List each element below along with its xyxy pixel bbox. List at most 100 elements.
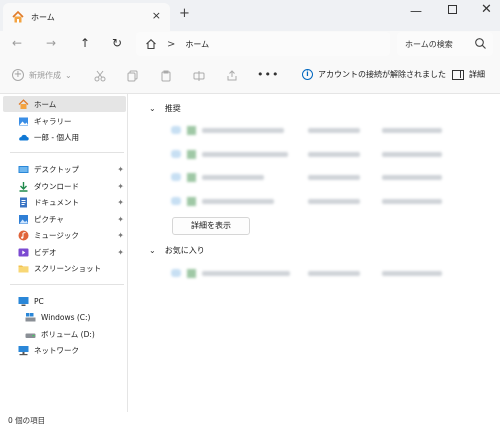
chevron-down-icon: ⌄ bbox=[65, 70, 72, 80]
refresh-icon[interactable]: ↻ bbox=[112, 36, 122, 50]
file-icon bbox=[187, 268, 196, 278]
sidebar-item-documents[interactable]: ドキュメント ✦ bbox=[3, 194, 126, 210]
sidebar-item-label: ダウンロード bbox=[34, 181, 79, 191]
sidebar-item-label: ピクチャ bbox=[34, 214, 64, 224]
search-input[interactable]: ホームの検索 bbox=[397, 32, 493, 56]
paste-icon[interactable] bbox=[160, 70, 172, 82]
sidebar-item-pictures[interactable]: ピクチャ ✦ bbox=[3, 211, 126, 227]
breadcrumb-separator-icon: > bbox=[167, 38, 176, 50]
navigation-bar: ← → ↑ ↻ > ホーム ホームの検索 bbox=[0, 31, 500, 58]
home-icon bbox=[12, 10, 24, 23]
sidebar-item-label: ネットワーク bbox=[34, 345, 79, 355]
file-icon bbox=[187, 149, 196, 159]
gallery-icon bbox=[19, 117, 28, 125]
sidebar-item-label: ギャラリー bbox=[34, 116, 72, 126]
sidebar-item-label: ドキュメント bbox=[34, 197, 79, 207]
recommended-group-header[interactable]: ⌄ 推奨 bbox=[149, 103, 181, 114]
file-icon bbox=[187, 196, 196, 206]
list-item[interactable] bbox=[171, 196, 442, 206]
status-bar: 0 個の項目 bbox=[0, 412, 500, 429]
close-window-icon[interactable]: ✕ bbox=[481, 2, 492, 17]
pc-icon bbox=[18, 296, 29, 306]
pin-icon: ✦ bbox=[117, 230, 124, 240]
download-icon bbox=[19, 181, 28, 192]
more-options-icon[interactable]: ••• bbox=[257, 68, 279, 81]
tab-home[interactable]: ホーム × bbox=[3, 3, 170, 31]
sidebar-item-screenshots[interactable]: スクリーンショット bbox=[3, 260, 126, 276]
sidebar-item-label: ミュージック bbox=[34, 230, 79, 240]
pin-icon: ✦ bbox=[117, 247, 124, 257]
list-item[interactable] bbox=[171, 172, 442, 182]
list-item[interactable] bbox=[171, 268, 442, 278]
sidebar-divider bbox=[10, 284, 124, 285]
plus-icon: + bbox=[12, 69, 24, 81]
account-status-button[interactable]: i アカウントの接続が解除されました bbox=[302, 69, 446, 80]
breadcrumb-home[interactable]: ホーム bbox=[185, 39, 209, 50]
pin-icon: ✦ bbox=[117, 214, 124, 224]
cloud-icon bbox=[171, 197, 181, 205]
sidebar-item-label: 一郎 - 個人用 bbox=[34, 132, 79, 142]
maximize-icon[interactable] bbox=[448, 5, 457, 14]
sidebar-item-label: ホーム bbox=[34, 99, 57, 109]
copy-icon[interactable] bbox=[127, 70, 139, 82]
favorites-label: お気に入り bbox=[164, 246, 205, 255]
search-placeholder: ホームの検索 bbox=[405, 39, 453, 49]
rename-icon[interactable] bbox=[193, 70, 205, 82]
minimize-icon[interactable]: — bbox=[410, 4, 422, 18]
title-bar: ホーム × + — ✕ bbox=[0, 0, 500, 31]
tab-close-icon[interactable]: × bbox=[152, 9, 161, 22]
list-item[interactable] bbox=[171, 149, 442, 159]
recommended-label: 推奨 bbox=[164, 104, 181, 113]
show-more-button[interactable]: 詳細を表示 bbox=[172, 217, 250, 235]
sidebar-item-label: デスクトップ bbox=[34, 164, 79, 174]
details-button[interactable]: 詳細 bbox=[452, 69, 485, 80]
cut-icon[interactable] bbox=[94, 70, 106, 82]
sidebar-item-downloads[interactable]: ダウンロード ✦ bbox=[3, 178, 126, 194]
sidebar-item-drive-d[interactable]: ボリューム (D:) bbox=[3, 326, 126, 342]
file-icon bbox=[187, 172, 196, 182]
forward-icon[interactable]: → bbox=[46, 36, 56, 50]
drive-d-icon bbox=[25, 333, 36, 338]
sidebar-item-desktop[interactable]: デスクトップ ✦ bbox=[3, 161, 126, 177]
pictures-icon bbox=[19, 214, 28, 224]
documents-icon bbox=[20, 197, 27, 207]
item-count: 0 個の項目 bbox=[8, 416, 46, 425]
address-bar[interactable]: > ホーム bbox=[136, 32, 390, 56]
account-status-text: アカウントの接続が解除されました bbox=[318, 70, 446, 79]
favorites-group-header[interactable]: ⌄ お気に入り bbox=[149, 245, 205, 256]
new-button[interactable]: + 新規作成 ⌄ bbox=[12, 69, 72, 81]
sidebar-item-label: スクリーンショット bbox=[34, 263, 102, 273]
home-icon bbox=[18, 98, 29, 109]
command-bar: + 新規作成 ⌄ ••• i アカウントの接続が解除されました 詳細 bbox=[0, 58, 500, 94]
sidebar-item-label: PC bbox=[34, 296, 44, 306]
navigation-pane: ホーム ギャラリー 一郎 - 個人用 デスクトップ ✦ ダウンロード ✦ ドキュ… bbox=[0, 94, 128, 412]
sidebar-divider bbox=[10, 152, 124, 153]
videos-icon bbox=[18, 248, 29, 256]
onedrive-icon bbox=[19, 134, 29, 140]
pin-icon: ✦ bbox=[117, 164, 124, 174]
sidebar-item-videos[interactable]: ビデオ ✦ bbox=[3, 244, 126, 260]
search-icon bbox=[475, 38, 486, 49]
share-icon[interactable] bbox=[226, 70, 238, 82]
back-icon[interactable]: ← bbox=[12, 36, 22, 50]
pin-icon: ✦ bbox=[117, 197, 124, 207]
sidebar-item-music[interactable]: ミュージック ✦ bbox=[3, 227, 126, 243]
folder-icon bbox=[18, 265, 29, 272]
sidebar-item-onedrive[interactable]: 一郎 - 個人用 bbox=[3, 129, 126, 145]
pin-icon: ✦ bbox=[117, 181, 124, 191]
cloud-icon bbox=[171, 173, 181, 181]
up-icon[interactable]: ↑ bbox=[80, 36, 90, 50]
network-icon bbox=[18, 345, 29, 355]
sidebar-item-network[interactable]: ネットワーク bbox=[3, 342, 126, 358]
address-home-icon bbox=[146, 39, 156, 50]
list-item[interactable] bbox=[171, 125, 442, 135]
sidebar-item-gallery[interactable]: ギャラリー bbox=[3, 113, 126, 129]
details-label: 詳細 bbox=[469, 70, 485, 79]
new-tab-icon[interactable]: + bbox=[179, 6, 190, 21]
sidebar-item-label: ビデオ bbox=[34, 247, 57, 257]
sidebar-item-pc[interactable]: PC bbox=[3, 293, 126, 309]
sidebar-item-drive-c[interactable]: Windows (C:) bbox=[3, 309, 126, 325]
desktop-icon bbox=[18, 165, 29, 173]
sidebar-item-home[interactable]: ホーム bbox=[3, 96, 126, 112]
sidebar-item-label: ボリューム (D:) bbox=[41, 329, 95, 339]
